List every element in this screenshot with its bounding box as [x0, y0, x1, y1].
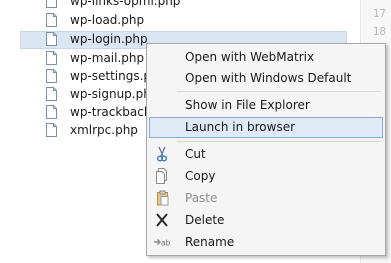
rename-icon: ab — [154, 239, 171, 248]
menu-item-label: Rename — [185, 235, 235, 249]
menu-item-open-with-webmatrix[interactable]: Open with WebMatrix — [149, 47, 383, 68]
php-file-icon — [46, 87, 57, 101]
menu-item-open-with-windows-default[interactable]: Open with Windows Default — [149, 68, 383, 89]
file-name: wp-load.php — [70, 13, 145, 27]
menu-item-label: Show in File Explorer — [185, 98, 310, 112]
menu-separator — [177, 91, 381, 92]
file-name: xmlrpc.php — [70, 123, 138, 137]
menu-item-copy[interactable]: Copy — [149, 166, 383, 187]
menu-item-label: Copy — [185, 169, 216, 183]
context-menu: Open with WebMatrix Open with Windows De… — [146, 43, 386, 256]
delete-x-icon — [156, 213, 168, 227]
php-file-icon — [46, 69, 57, 83]
php-file-icon — [46, 13, 57, 27]
php-file-icon — [46, 105, 57, 119]
copy-icon — [156, 168, 167, 184]
menu-item-rename[interactable]: ab Rename — [149, 232, 383, 253]
line-number: 17 — [372, 7, 386, 20]
menu-item-label: Open with WebMatrix — [185, 50, 315, 64]
menu-item-paste[interactable]: Paste — [149, 188, 383, 209]
line-number: 18 — [372, 25, 386, 38]
menu-item-label: Delete — [185, 213, 225, 227]
php-file-icon — [46, 123, 57, 137]
menu-item-show-in-file-explorer[interactable]: Show in File Explorer — [149, 95, 383, 116]
php-file-icon — [46, 51, 57, 65]
file-item-wp-load[interactable]: wp-load.php — [20, 12, 347, 30]
menu-separator — [177, 141, 381, 142]
menu-item-label: Launch in browser — [185, 120, 296, 134]
menu-item-label: Paste — [185, 191, 218, 205]
scissors-icon — [156, 146, 167, 162]
svg-text:ab: ab — [161, 239, 171, 248]
file-name: wp-links-opml.php — [70, 0, 181, 8]
menu-item-launch-in-browser[interactable]: Launch in browser — [149, 117, 383, 138]
file-name: wp-mail.php — [70, 51, 145, 65]
php-file-icon — [46, 0, 57, 8]
php-file-icon — [46, 32, 57, 46]
menu-item-delete[interactable]: Delete — [149, 210, 383, 231]
file-name: wp-login.php — [70, 32, 148, 46]
menu-item-label: Open with Windows Default — [185, 71, 352, 85]
paste-icon — [157, 190, 169, 206]
file-item-wp-links-opml[interactable]: wp-links-opml.php — [20, 0, 347, 11]
menu-item-cut[interactable]: Cut — [149, 144, 383, 165]
menu-item-label: Cut — [185, 147, 206, 161]
